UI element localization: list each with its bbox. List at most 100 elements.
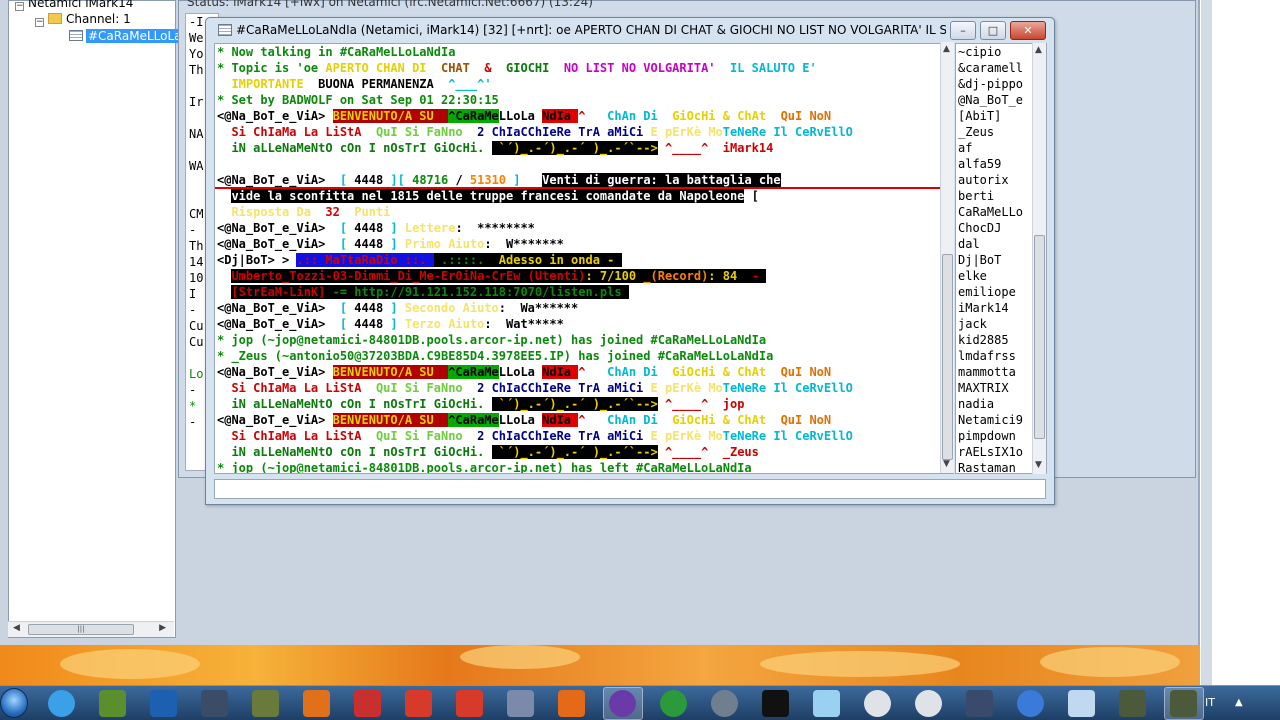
maximize-button[interactable]: □: [980, 21, 1006, 40]
chat-message: IMPORTANTE BUONA PERMANENZA ^___^': [217, 76, 491, 92]
nick-item[interactable]: rAELsIX1o: [958, 444, 1023, 460]
message-segment: ^CaRaMe: [448, 365, 499, 379]
disc-icon[interactable]: [864, 690, 891, 717]
nick-item[interactable]: @Na_BoT_e: [958, 92, 1023, 108]
message-segment: NdIa: [542, 109, 579, 123]
message-segment: : W*******: [484, 237, 564, 251]
scroll-up-icon[interactable]: ▲: [943, 44, 950, 54]
nick-item[interactable]: [AbiT]: [958, 108, 1001, 124]
nick-item[interactable]: Dj|BoT: [958, 252, 1001, 268]
scroll-up-icon[interactable]: ▲: [1035, 45, 1042, 55]
message-segment: [217, 285, 231, 299]
message-segment: ChAn Di: [607, 109, 673, 123]
close-button[interactable]: ✕: [1010, 21, 1046, 40]
minecraft-icon[interactable]: [99, 690, 126, 717]
nick-item[interactable]: pimpdown: [958, 428, 1016, 444]
game3-icon[interactable]: [1170, 690, 1197, 717]
scroll-thumb[interactable]: [1034, 235, 1045, 439]
chat-message-area[interactable]: * Now talking in #CaRaMeLLoLaNdIa * Topic…: [214, 43, 954, 474]
mirc-icon[interactable]: [558, 690, 585, 717]
treebar: − Netamici iMark14 − Channel: 1 #CaRaMeLLo…: [8, 0, 184, 638]
phone-app-icon[interactable]: [354, 690, 381, 717]
network-icon[interactable]: [966, 690, 993, 717]
nick-item[interactable]: Rastaman: [958, 460, 1016, 473]
tree-channel-group[interactable]: − Channel: 1: [35, 11, 131, 28]
channel-window[interactable]: #CaRaMeLLoLaNdIa (Netamici, iMark14) [32…: [205, 17, 1055, 505]
tool-icon[interactable]: [813, 690, 840, 717]
message-segment: -: [744, 269, 767, 283]
message-segment: jop: [722, 397, 745, 411]
message-segment: ^CaRaMe: [448, 413, 499, 427]
orb-icon[interactable]: [711, 690, 738, 717]
nick-item[interactable]: jack: [958, 316, 987, 332]
nick-item[interactable]: &dj-pippo: [958, 76, 1023, 92]
message-segment: BENVENUTO/A SU: [332, 109, 449, 123]
scroll-right-icon[interactable]: ▶: [159, 623, 166, 633]
paw-icon[interactable]: [303, 690, 330, 717]
message-segment: ]: [390, 221, 405, 235]
nick-item[interactable]: af: [958, 140, 972, 156]
message-segment: Umberto_Tozzi-03-Dimmi_Di_Me-Er0iNa-CrEw: [231, 269, 528, 283]
channel-titlebar[interactable]: #CaRaMeLLoLaNdIa (Netamici, iMark14) [32…: [206, 18, 1054, 44]
settings-gear-icon[interactable]: [201, 690, 228, 717]
nick-item[interactable]: alfa59: [958, 156, 1001, 172]
game2-icon[interactable]: [1119, 690, 1146, 717]
scroll-down-icon[interactable]: ▼: [943, 459, 950, 469]
vb-icon[interactable]: [150, 690, 177, 717]
minimize-button[interactable]: –: [950, 21, 976, 40]
browser-icon[interactable]: [609, 690, 636, 717]
nick-item[interactable]: iMark14: [958, 300, 1009, 316]
nick-item[interactable]: mammotta: [958, 364, 1016, 380]
chat-message: Umberto_Tozzi-03-Dimmi_Di_Me-Er0iNa-CrEw…: [217, 268, 767, 284]
taskbar: IT ▲: [0, 685, 1280, 720]
nick-item[interactable]: autorix: [958, 172, 1009, 188]
tray-expand-icon[interactable]: ▲: [1235, 697, 1243, 708]
scroll-down-icon[interactable]: ▼: [1035, 460, 1042, 470]
collapse-icon[interactable]: −: [35, 18, 44, 27]
nick-item[interactable]: _Zeus: [958, 124, 994, 140]
message-segment: vide la sconfitta nel 1815 delle truppe …: [231, 189, 745, 203]
message-segment: [: [332, 317, 355, 331]
nick-item[interactable]: ~cipio: [958, 44, 1001, 60]
message-segment: <Dj|BoT> >: [217, 253, 297, 267]
disc2-icon[interactable]: [915, 690, 942, 717]
nick-item[interactable]: dal: [958, 236, 980, 252]
nick-item[interactable]: CaRaMeLLo: [958, 204, 1023, 220]
collapse-icon[interactable]: −: [15, 2, 24, 11]
upload-icon[interactable]: [456, 690, 483, 717]
utorrent-icon[interactable]: [660, 690, 687, 717]
box-icon[interactable]: [507, 690, 534, 717]
itunes-icon[interactable]: [1017, 690, 1044, 717]
nick-item[interactable]: nadia: [958, 396, 994, 412]
tree-channel-group-label: Channel: 1: [66, 12, 131, 26]
clock-app-icon[interactable]: [48, 690, 75, 717]
nick-item[interactable]: Netamici9: [958, 412, 1023, 428]
scroll-left-icon[interactable]: ◀: [13, 623, 20, 633]
recycle-icon[interactable]: [1068, 690, 1095, 717]
nicklist-vertical-scrollbar[interactable]: ▲ ▼: [1032, 43, 1046, 474]
game-icon[interactable]: [252, 690, 279, 717]
nick-item[interactable]: &caramell: [958, 60, 1023, 76]
message-segment: 2: [477, 125, 492, 139]
chat-vertical-scrollbar[interactable]: ▲ ▼: [940, 42, 954, 473]
scroll-thumb[interactable]: [942, 254, 953, 460]
message-segment: iMark14: [722, 141, 774, 155]
message-segment: QuI NoN: [780, 413, 832, 427]
nick-item[interactable]: berti: [958, 188, 994, 204]
message-segment: GiOcHi & ChAt: [672, 109, 781, 123]
nick-item[interactable]: ChocDJ: [958, 220, 1001, 236]
tree-channel-item[interactable]: #CaRaMeLLoLa: [69, 28, 184, 45]
terminal-icon[interactable]: [762, 690, 789, 717]
language-indicator[interactable]: IT: [1205, 696, 1215, 709]
nick-item[interactable]: MAXTRIX: [958, 380, 1009, 396]
message-input[interactable]: [214, 479, 1046, 499]
nick-item[interactable]: lmdafrss: [958, 348, 1016, 364]
download-icon[interactable]: [405, 690, 432, 717]
chat-message: <@Na_BoT_e_ViA> [ 4448 ] Secondo Aiuto: …: [217, 300, 578, 316]
nick-item[interactable]: elke: [958, 268, 987, 284]
start-button[interactable]: [0, 688, 28, 718]
scroll-thumb[interactable]: |||: [28, 624, 134, 635]
nick-item[interactable]: kid2885: [958, 332, 1009, 348]
tree-horizontal-scrollbar[interactable]: ◀ ||| ▶: [8, 621, 174, 637]
nick-item[interactable]: emiliope: [958, 284, 1016, 300]
